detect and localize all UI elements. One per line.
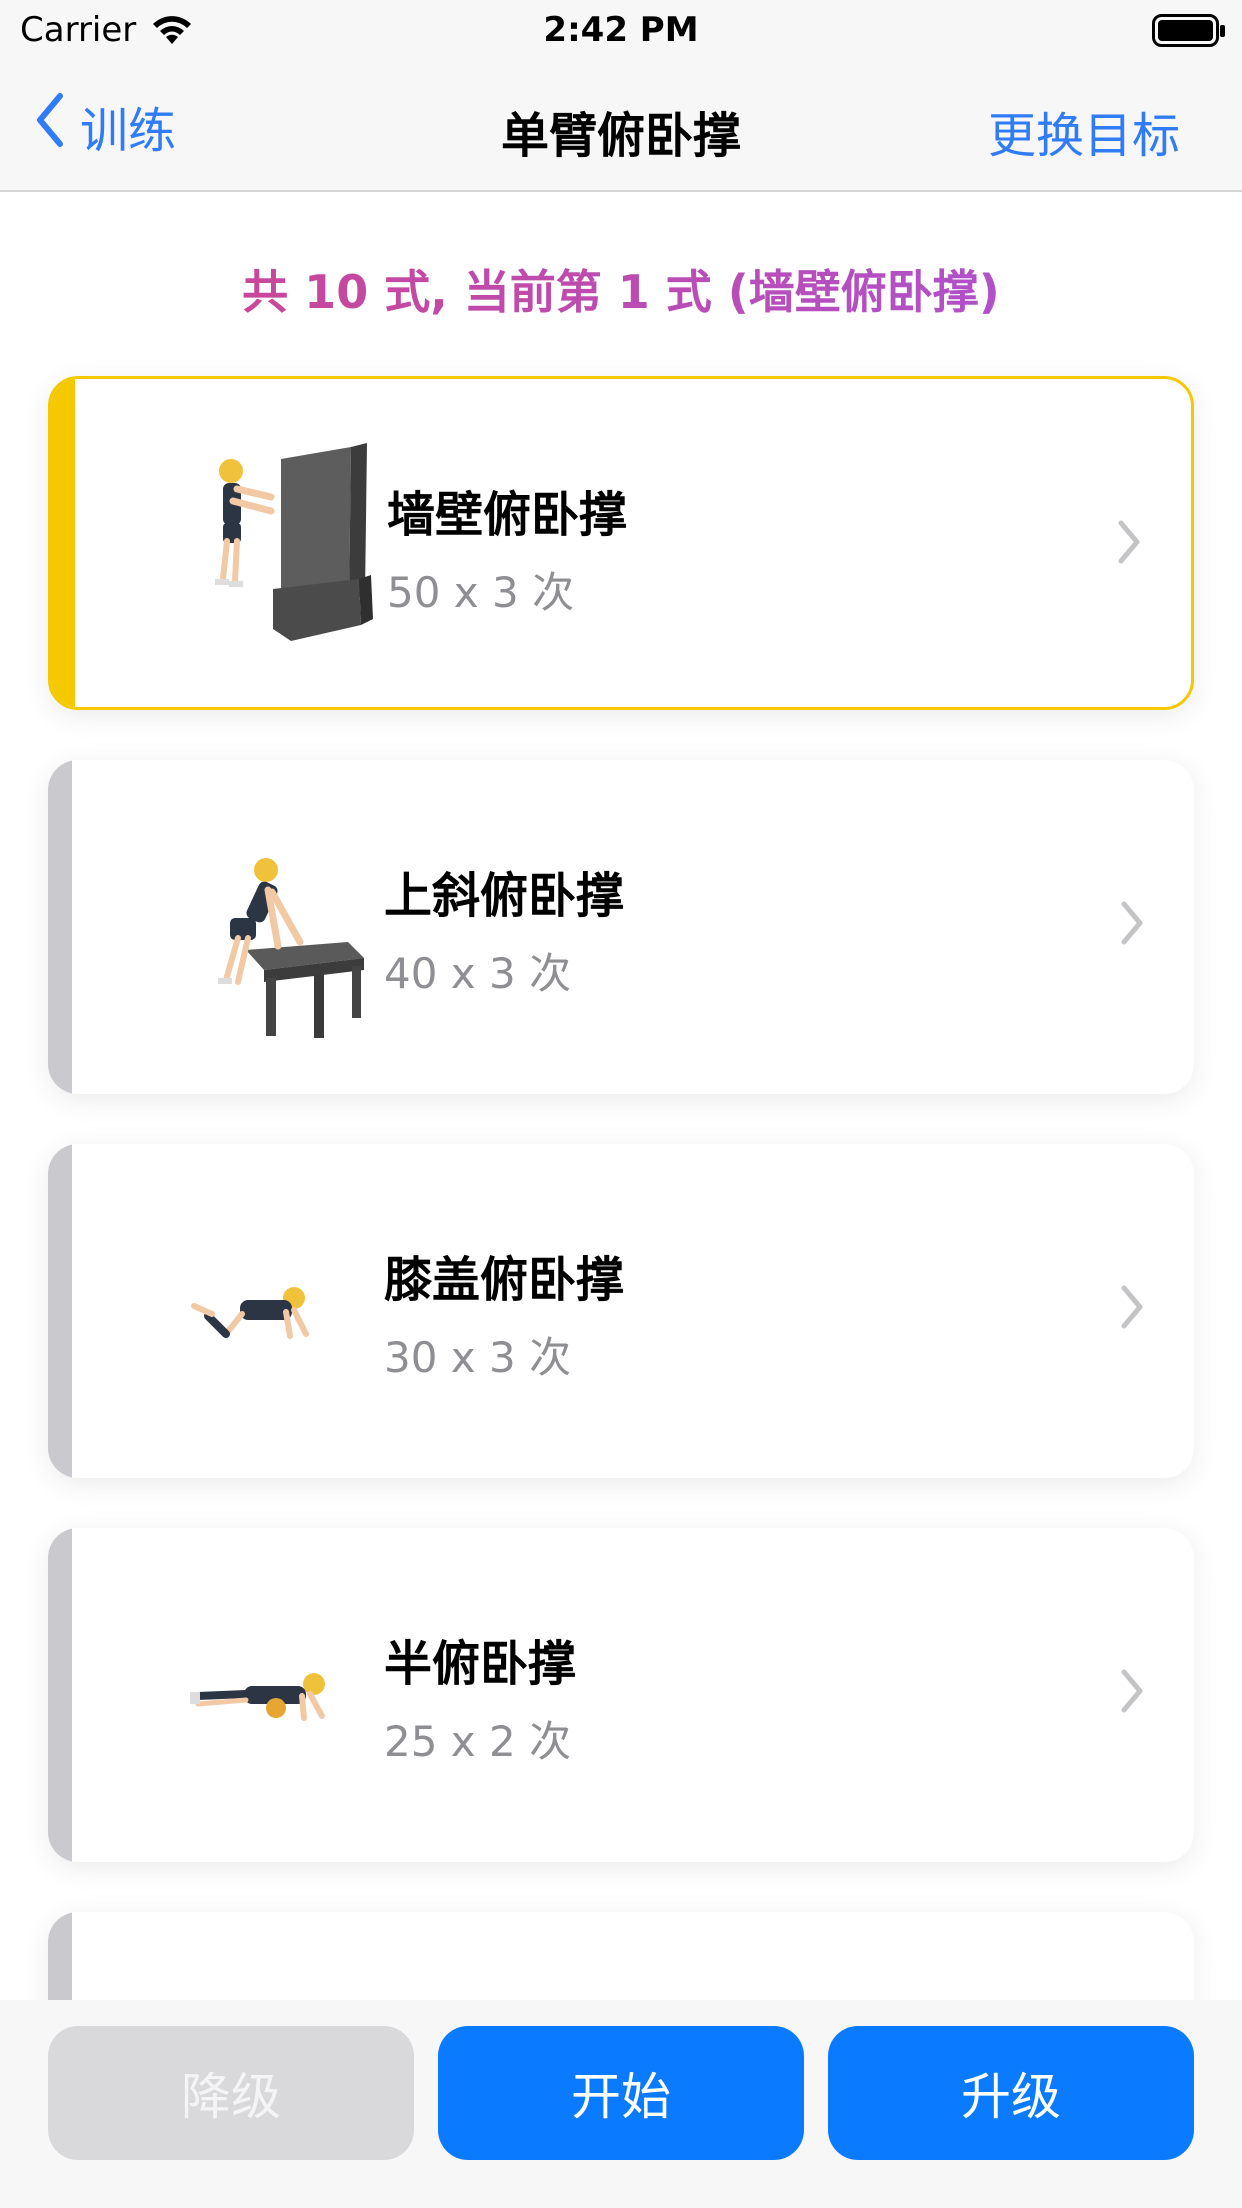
level-indicator-bar bbox=[48, 1528, 72, 1862]
exercise-card-incline-pushup[interactable]: 上斜俯卧撑 40 x 3 次 bbox=[48, 760, 1194, 1094]
exercise-name: 上斜俯卧撑 bbox=[384, 868, 625, 924]
start-button[interactable]: 开始 bbox=[438, 2026, 804, 2160]
exercise-reps: 25 x 2 次 bbox=[384, 1717, 572, 1766]
level-indicator-bar bbox=[48, 760, 72, 1094]
change-goal-button[interactable]: 更换目标 bbox=[988, 96, 1180, 166]
status-bar: Carrier 2:42 PM bbox=[0, 0, 1242, 60]
exercise-card-wall-pushup[interactable]: 墙壁俯卧撑 50 x 3 次 bbox=[48, 376, 1194, 710]
knee-pushup-illustration bbox=[168, 1194, 388, 1424]
chevron-right-icon bbox=[1120, 900, 1144, 950]
bottom-action-bar: 降级 开始 升级 bbox=[0, 2000, 1242, 2208]
incline-pushup-illustration bbox=[168, 810, 388, 1040]
wall-pushup-illustration bbox=[171, 429, 391, 659]
navigation-bar: 训练 单臂俯卧撑 更换目标 bbox=[0, 70, 1242, 180]
chevron-right-icon bbox=[1120, 1668, 1144, 1718]
top-bar: Carrier 2:42 PM 训练 单臂俯卧撑 更换目标 bbox=[0, 0, 1242, 192]
exercise-name: 墙壁俯卧撑 bbox=[387, 487, 628, 543]
chevron-right-icon bbox=[1117, 519, 1141, 569]
half-pushup-illustration bbox=[168, 1578, 388, 1808]
exercise-card-knee-pushup[interactable]: 膝盖俯卧撑 30 x 3 次 bbox=[48, 1144, 1194, 1478]
exercise-card-half-pushup[interactable]: 半俯卧撑 25 x 2 次 bbox=[48, 1528, 1194, 1862]
battery-icon bbox=[1152, 14, 1226, 52]
status-time: 2:42 PM bbox=[543, 10, 699, 50]
exercise-reps: 40 x 3 次 bbox=[384, 949, 572, 998]
chevron-right-icon bbox=[1120, 1284, 1144, 1334]
level-indicator-bar bbox=[51, 379, 75, 707]
downgrade-button[interactable]: 降级 bbox=[48, 2026, 414, 2160]
exercise-reps: 50 x 3 次 bbox=[387, 568, 575, 617]
exercise-name: 膝盖俯卧撑 bbox=[384, 1252, 625, 1308]
exercise-reps: 30 x 3 次 bbox=[384, 1333, 572, 1382]
level-indicator-bar bbox=[48, 1144, 72, 1478]
upgrade-button[interactable]: 升级 bbox=[828, 2026, 1194, 2160]
exercise-name: 半俯卧撑 bbox=[384, 1636, 577, 1692]
progress-subtitle: 共 10 式, 当前第 1 式 (墙壁俯卧撑) bbox=[0, 256, 1242, 322]
